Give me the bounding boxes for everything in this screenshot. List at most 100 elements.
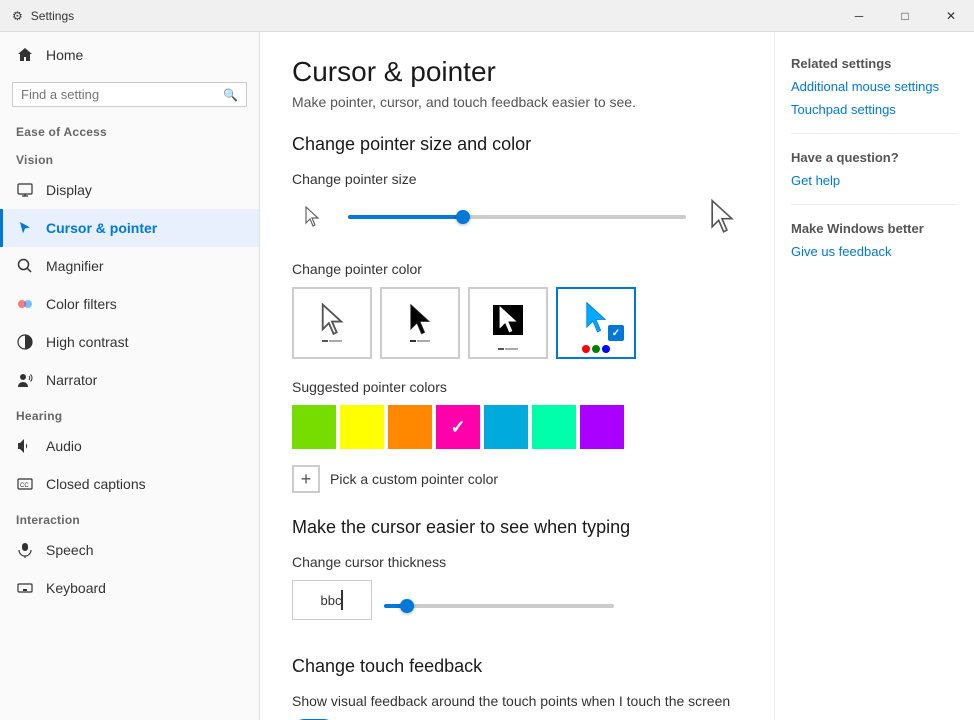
display-label: Display <box>46 182 92 198</box>
slider-track <box>348 215 686 219</box>
sidebar-item-color-filters[interactable]: Color filters <box>0 285 259 323</box>
color-option-white[interactable] <box>292 287 372 359</box>
color-option-inverted[interactable] <box>468 287 548 359</box>
sidebar-item-display[interactable]: Display <box>0 171 259 209</box>
swatch-purple[interactable] <box>580 405 624 449</box>
sidebar-item-home[interactable]: Home <box>0 32 259 78</box>
speech-label: Speech <box>46 542 93 558</box>
give-feedback-link[interactable]: Give us feedback <box>791 244 958 259</box>
thickness-slider-thumb[interactable] <box>400 599 414 613</box>
sidebar-item-narrator[interactable]: Narrator <box>0 361 259 399</box>
titlebar-left: ⚙ Settings <box>12 9 74 23</box>
additional-mouse-settings-link[interactable]: Additional mouse settings <box>791 79 958 94</box>
home-label: Home <box>46 47 83 63</box>
search-icon: 🔍 <box>223 88 238 102</box>
color-option-custom[interactable]: ✓ <box>556 287 636 359</box>
pointer-color-label: Change pointer color <box>292 261 742 277</box>
sidebar: Home 🔍 Ease of Access Vision Display Cur… <box>0 32 260 720</box>
cursor-pointer-label: Cursor & pointer <box>46 220 157 236</box>
titlebar-controls: ─ □ ✕ <box>836 0 974 32</box>
sidebar-search-box[interactable]: 🔍 <box>12 82 247 107</box>
hearing-category: Hearing <box>0 399 259 427</box>
sidebar-item-high-contrast[interactable]: High contrast <box>0 323 259 361</box>
main-content: Cursor & pointer Make pointer, cursor, a… <box>260 32 774 720</box>
pick-custom-color[interactable]: + Pick a custom pointer color <box>292 465 742 493</box>
color-option-black[interactable] <box>380 287 460 359</box>
small-pointer-preview <box>292 197 332 237</box>
search-input[interactable] <box>21 87 223 102</box>
keyboard-label: Keyboard <box>46 580 106 596</box>
vision-category: Vision <box>0 143 259 171</box>
pick-custom-label: Pick a custom pointer color <box>330 471 498 487</box>
page-subtitle: Make pointer, cursor, and touch feedback… <box>292 94 742 110</box>
color-filters-label: Color filters <box>46 296 117 312</box>
make-windows-better-title: Make Windows better <box>791 221 958 236</box>
sidebar-item-keyboard[interactable]: Keyboard <box>0 569 259 607</box>
keyboard-icon <box>16 579 34 597</box>
cursor-preview-text: bbc <box>321 593 342 608</box>
cursor-preview: bbc <box>292 580 372 620</box>
interaction-category: Interaction <box>0 503 259 531</box>
pointer-color-options: ✓ <box>292 287 742 359</box>
swatch-hot-pink[interactable]: ✓ <box>436 405 480 449</box>
maximize-button[interactable]: □ <box>882 0 928 32</box>
touchpad-settings-link[interactable]: Touchpad settings <box>791 102 958 117</box>
settings-icon: ⚙ <box>12 9 23 23</box>
minimize-button[interactable]: ─ <box>836 0 882 32</box>
cursor-thickness-slider[interactable] <box>384 594 614 618</box>
sidebar-item-cursor-pointer[interactable]: Cursor & pointer <box>0 209 259 247</box>
narrator-label: Narrator <box>46 372 97 388</box>
close-button[interactable]: ✕ <box>928 0 974 32</box>
display-icon <box>16 181 34 199</box>
home-icon <box>16 46 34 64</box>
have-a-question-title: Have a question? <box>791 150 958 165</box>
swatch-mint[interactable] <box>532 405 576 449</box>
titlebar-title: Settings <box>31 9 74 23</box>
swatch-cyan[interactable] <box>484 405 528 449</box>
get-help-link[interactable]: Get help <box>791 173 958 188</box>
svg-text:CC: CC <box>20 483 29 489</box>
color-filters-icon <box>16 295 34 313</box>
cursor-thickness-row: bbc <box>292 580 742 632</box>
ease-of-access-label: Ease of Access <box>0 115 259 143</box>
high-contrast-icon <box>16 333 34 351</box>
right-panel: Related settings Additional mouse settin… <box>774 32 974 720</box>
sidebar-item-speech[interactable]: Speech <box>0 531 259 569</box>
cursor-thickness-label: Change cursor thickness <box>292 554 742 570</box>
closed-captions-label: Closed captions <box>46 476 146 492</box>
swatch-orange[interactable] <box>388 405 432 449</box>
right-panel-divider1 <box>791 133 958 134</box>
suggested-colors-label: Suggested pointer colors <box>292 379 742 395</box>
slider-fill <box>348 215 463 219</box>
swatch-yellow[interactable] <box>340 405 384 449</box>
pointer-size-row <box>292 197 742 237</box>
titlebar: ⚙ Settings ─ □ ✕ <box>0 0 974 32</box>
sidebar-item-closed-captions[interactable]: CC Closed captions <box>0 465 259 503</box>
touch-feedback-label: Show visual feedback around the touch po… <box>292 693 742 709</box>
right-panel-divider2 <box>791 204 958 205</box>
swatch-green-yellow[interactable] <box>292 405 336 449</box>
section2-title: Make the cursor easier to see when typin… <box>292 517 742 538</box>
thickness-slider-track <box>384 604 614 608</box>
sidebar-item-magnifier[interactable]: Magnifier <box>0 247 259 285</box>
pointer-size-slider[interactable] <box>348 205 686 229</box>
slider-thumb[interactable] <box>456 210 470 224</box>
plus-icon: + <box>292 465 320 493</box>
audio-label: Audio <box>46 438 82 454</box>
cursor-caret <box>341 590 343 610</box>
pointer-size-label: Change pointer size <box>292 171 742 187</box>
audio-icon <box>16 437 34 455</box>
magnifier-label: Magnifier <box>46 258 104 274</box>
sidebar-item-audio[interactable]: Audio <box>0 427 259 465</box>
suggested-color-swatches: ✓ <box>292 405 742 449</box>
closed-captions-icon: CC <box>16 475 34 493</box>
high-contrast-label: High contrast <box>46 334 128 350</box>
speech-icon <box>16 541 34 559</box>
narrator-icon <box>16 371 34 389</box>
section1-title: Change pointer size and color <box>292 134 742 155</box>
page-title: Cursor & pointer <box>292 56 742 88</box>
app-body: Home 🔍 Ease of Access Vision Display Cur… <box>0 32 974 720</box>
section3-title: Change touch feedback <box>292 656 742 677</box>
cursor-icon <box>16 219 34 237</box>
large-pointer-preview <box>702 197 742 237</box>
